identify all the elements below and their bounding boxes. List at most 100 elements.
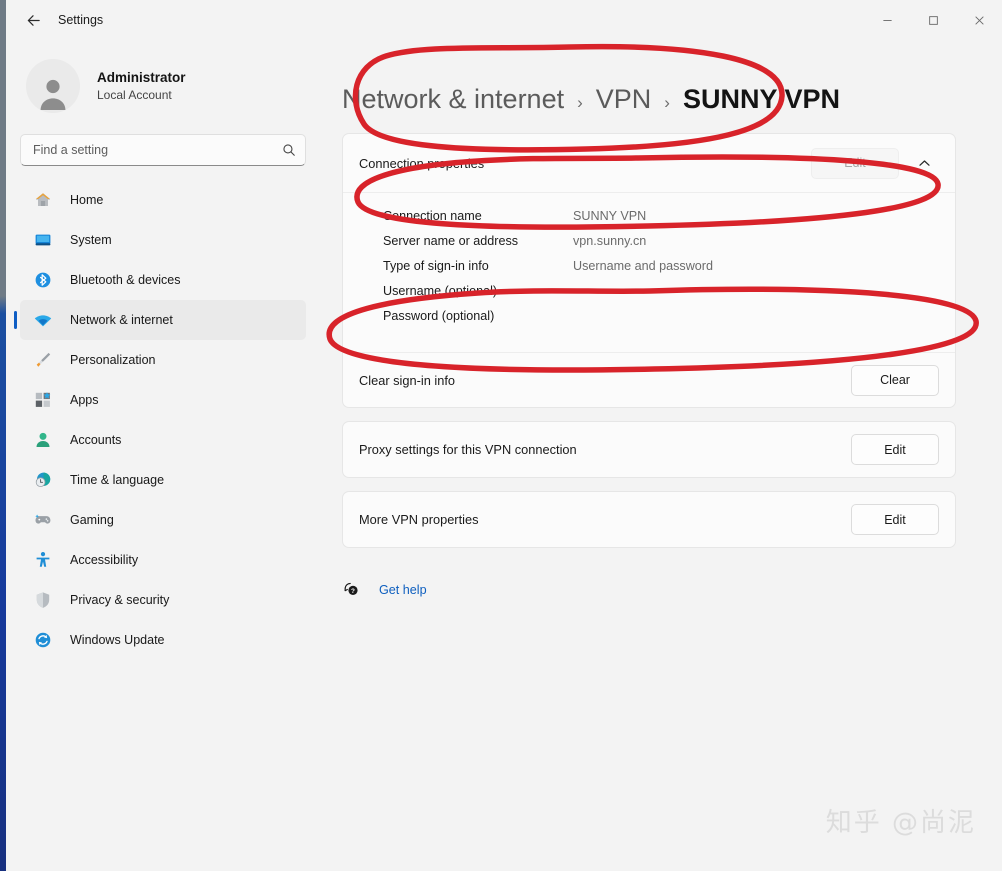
sidebar: Administrator Local Account Home [6, 40, 320, 871]
connection-properties-title: Connection properties [359, 155, 485, 171]
sidebar-item-bluetooth[interactable]: Bluetooth & devices [20, 260, 306, 300]
breadcrumb: Network & internet › VPN › SUNNY VPN [342, 84, 956, 115]
sidebar-nav: Home System Bluetooth & devices Network … [14, 180, 306, 660]
settings-window: Settings Administrator Local Account Fin… [6, 0, 1002, 871]
system-icon [33, 230, 53, 250]
sidebar-item-label: Gaming [70, 513, 114, 527]
maximize-button[interactable] [910, 0, 956, 40]
detail-row: Username (optional) [383, 284, 939, 309]
sidebar-item-system[interactable]: System [20, 220, 306, 260]
close-icon [974, 15, 984, 25]
shield-icon [33, 590, 53, 610]
gamepad-icon [33, 510, 53, 530]
clear-signin-info-label: Clear sign-in info [359, 372, 456, 388]
sidebar-item-label: Time & language [70, 473, 165, 487]
sidebar-item-label: Apps [70, 393, 99, 407]
account-subtitle: Local Account [97, 88, 172, 102]
sidebar-item-personalization[interactable]: Personalization [20, 340, 306, 380]
connection-properties-header[interactable]: Connection properties Edit [343, 134, 955, 193]
watermark: 知乎 @尚泥 [825, 808, 976, 838]
more-vpn-properties-edit-button[interactable]: Edit [851, 504, 939, 535]
sidebar-item-label: Accessibility [70, 553, 139, 567]
clear-signin-info-row: Clear sign-in info Clear [343, 352, 955, 407]
account-name: Administrator [97, 70, 186, 85]
sidebar-item-gaming[interactable]: Gaming [20, 500, 306, 540]
detail-key: Password (optional) [383, 309, 495, 323]
proxy-settings-card: Proxy settings for this VPN connection E… [342, 421, 956, 478]
detail-value: SUNNY VPN [573, 209, 647, 223]
search-input[interactable] [33, 143, 282, 157]
back-arrow-icon [27, 14, 40, 26]
avatar [26, 59, 80, 113]
clock-icon [33, 470, 53, 490]
get-help-link[interactable]: Get help [379, 583, 427, 597]
update-icon [33, 630, 53, 650]
detail-row: Password (optional) [383, 309, 939, 334]
sidebar-item-home[interactable]: Home [20, 180, 306, 220]
person-icon [40, 79, 66, 110]
minimize-icon [882, 19, 892, 21]
sidebar-item-label: Home [70, 193, 104, 207]
minimize-button[interactable] [864, 0, 910, 40]
account-summary[interactable]: Administrator Local Account [20, 52, 306, 120]
close-button[interactable] [956, 0, 1002, 40]
apps-icon [33, 390, 53, 410]
sidebar-item-apps[interactable]: Apps [20, 380, 306, 420]
sidebar-item-accessibility[interactable]: Accessibility [20, 540, 306, 580]
sidebar-item-time-language[interactable]: Time & language [20, 460, 306, 500]
detail-row: Connection name SUNNY VPN [383, 209, 939, 234]
detail-value: vpn.sunny.cn [573, 234, 647, 248]
sidebar-item-label: Windows Update [70, 633, 165, 647]
more-vpn-properties-row: More VPN properties Edit [343, 492, 955, 547]
help-bubble-icon: ? [342, 580, 362, 600]
breadcrumb-middle[interactable]: VPN [596, 84, 652, 115]
title-bar: Settings [6, 0, 1002, 40]
brush-icon [33, 350, 53, 370]
accessibility-icon [33, 550, 53, 570]
proxy-settings-row: Proxy settings for this VPN connection E… [343, 422, 955, 477]
chevron-up-icon[interactable] [909, 148, 939, 178]
detail-value: Username and password [573, 259, 714, 273]
content-pane: Network & internet › VPN › SUNNY VPN Con… [320, 40, 1002, 871]
detail-key: Connection name [383, 209, 482, 223]
sidebar-item-label: Network & internet [70, 313, 173, 327]
detail-row: Server name or address vpn.sunny.cn [383, 234, 939, 259]
proxy-edit-button[interactable]: Edit [851, 434, 939, 465]
sidebar-item-windows-update[interactable]: Windows Update [20, 620, 306, 660]
breadcrumb-separator: › [664, 93, 670, 112]
window-controls [864, 0, 1002, 40]
breadcrumb-separator: › [577, 93, 583, 112]
sidebar-item-label: Bluetooth & devices [70, 273, 181, 287]
search-box[interactable] [20, 134, 306, 166]
get-help-row[interactable]: ? Get help [342, 580, 956, 600]
account-icon [33, 430, 53, 450]
sidebar-item-privacy-security[interactable]: Privacy & security [20, 580, 306, 620]
sidebar-item-label: System [70, 233, 112, 247]
detail-key: Username (optional) [383, 284, 498, 298]
wifi-icon [33, 310, 53, 330]
clear-button[interactable]: Clear [851, 364, 939, 396]
bluetooth-icon [33, 270, 53, 290]
window-title: Settings [58, 13, 104, 27]
detail-key: Server name or address [383, 234, 519, 248]
svg-text:?: ? [351, 588, 355, 595]
detail-key: Type of sign-in info [383, 259, 489, 273]
maximize-icon [928, 15, 938, 25]
sidebar-item-label: Personalization [70, 353, 156, 367]
sidebar-item-label: Privacy & security [70, 593, 170, 607]
breadcrumb-root[interactable]: Network & internet [342, 84, 564, 115]
more-vpn-properties-label: More VPN properties [359, 512, 479, 527]
sidebar-item-accounts[interactable]: Accounts [20, 420, 306, 460]
search-icon [283, 144, 295, 156]
page-title: SUNNY VPN [682, 84, 841, 114]
back-button[interactable] [16, 5, 50, 35]
more-vpn-properties-card: More VPN properties Edit [342, 491, 956, 548]
desktop-left-edge [0, 0, 6, 871]
sidebar-item-network[interactable]: Network & internet [14, 300, 306, 340]
connection-properties-edit-button[interactable]: Edit [811, 147, 899, 179]
detail-row: Type of sign-in info Username and passwo… [383, 259, 939, 284]
proxy-settings-label: Proxy settings for this VPN connection [359, 442, 577, 457]
connection-details-list: Connection name SUNNY VPN Server name or… [343, 193, 955, 352]
sidebar-item-label: Accounts [70, 433, 122, 447]
connection-properties-card: Connection properties Edit Connection na… [342, 133, 956, 408]
